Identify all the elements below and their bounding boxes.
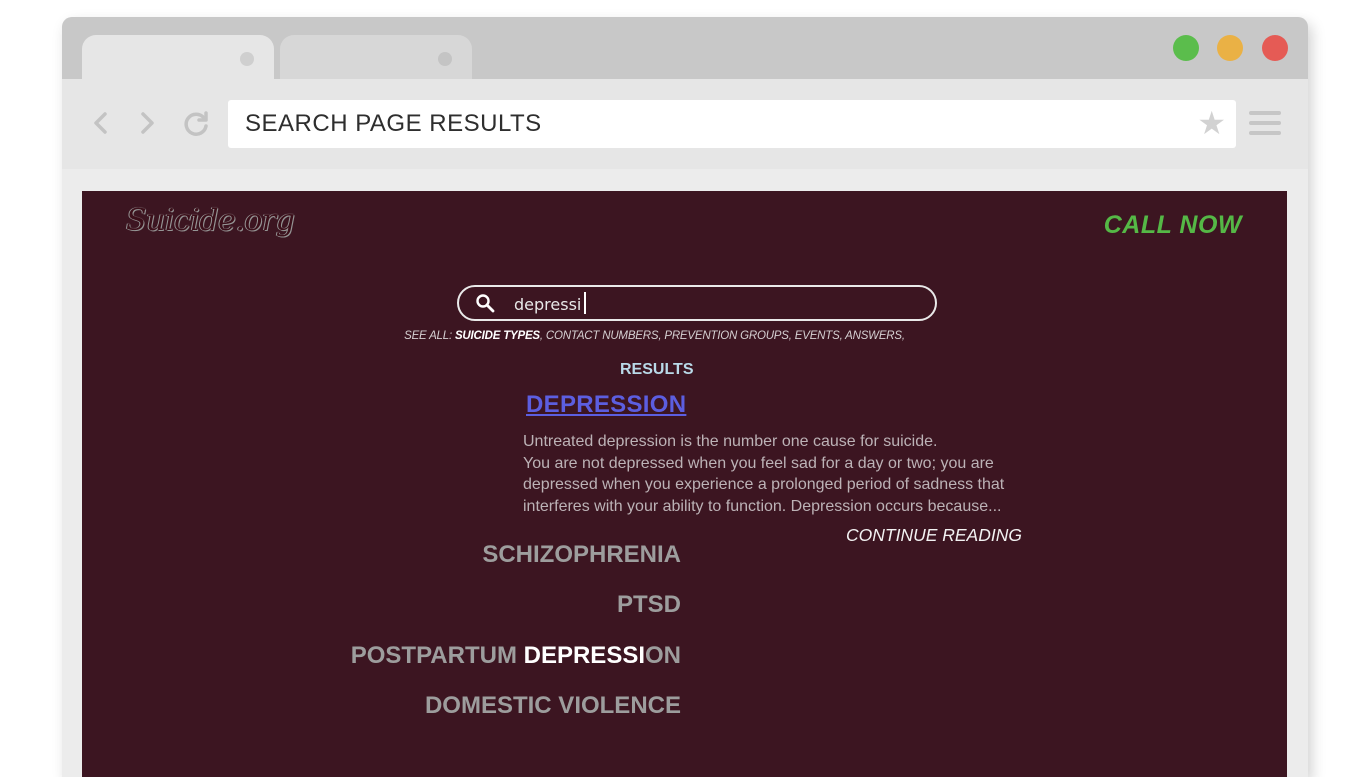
- page-viewport: Suicide.org CALL NOW SEE ALL: SUICIDE TY…: [82, 191, 1287, 777]
- result-link-postpartum-depression[interactable]: POSTPARTUM DEPRESSION: [351, 642, 681, 670]
- result-text: DOMESTIC VIOLENCE: [424, 692, 681, 719]
- tab-close-icon[interactable]: [438, 52, 452, 66]
- excerpt-line: depressed when you experience a prolonge…: [523, 476, 1005, 493]
- tab-close-icon[interactable]: [240, 52, 254, 66]
- forward-arrow-icon[interactable]: [134, 109, 160, 137]
- minimize-button[interactable]: [1217, 35, 1243, 61]
- tab-bar: [62, 17, 1308, 79]
- search-icon: [476, 294, 495, 313]
- address-bar[interactable]: SEARCH PAGE RESULTS ★: [228, 100, 1236, 148]
- bookmark-star-icon[interactable]: ★: [1197, 106, 1226, 140]
- site-logo[interactable]: Suicide.org: [126, 203, 295, 238]
- result-text: ON: [645, 642, 681, 669]
- text-caret: [584, 292, 586, 314]
- result-text: SCHIZOPHRENIA: [482, 541, 681, 568]
- see-all-link-answers[interactable]: ANSWERS: [845, 330, 902, 342]
- reload-icon[interactable]: [182, 109, 208, 137]
- result-link-depression[interactable]: DEPRESSION: [526, 391, 686, 419]
- tab-active[interactable]: [82, 35, 274, 79]
- see-all-link-prevention-groups[interactable]: PREVENTION GROUPS: [664, 330, 789, 342]
- search-input[interactable]: [514, 293, 904, 315]
- browser-toolbar: SEARCH PAGE RESULTS ★: [62, 79, 1308, 169]
- see-all-link-suicide-types[interactable]: SUICIDE TYPES: [455, 330, 540, 342]
- results-heading: RESULTS: [620, 361, 694, 378]
- browser-window: SEARCH PAGE RESULTS ★ Suicide.org CALL N…: [62, 17, 1308, 777]
- excerpt-line: You are not depressed when you feel sad …: [523, 454, 994, 472]
- see-all-link-contact-numbers[interactable]: CONTACT NUMBERS: [546, 330, 659, 342]
- hamburger-menu-icon[interactable]: [1249, 111, 1281, 137]
- see-all-link-events[interactable]: EVENTS: [795, 330, 840, 342]
- result-text: PTSD: [616, 591, 681, 618]
- result-link-ptsd[interactable]: PTSD: [617, 591, 681, 619]
- continue-reading-link[interactable]: CONTINUE READING: [846, 525, 1022, 546]
- result-text: POSTPARTUM: [350, 642, 524, 669]
- result-link-domestic-violence[interactable]: DOMESTIC VIOLENCE: [425, 692, 681, 720]
- close-window-button[interactable]: [1262, 35, 1288, 61]
- call-now-button[interactable]: CALL NOW: [1104, 211, 1242, 240]
- result-link-schizophrenia[interactable]: SCHIZOPHRENIA: [482, 541, 681, 569]
- see-all-prefix: SEE ALL:: [404, 330, 455, 342]
- result-excerpt: Untreated depression is the number one c…: [523, 431, 1043, 517]
- back-arrow-icon[interactable]: [88, 109, 114, 137]
- search-box[interactable]: [457, 285, 937, 321]
- maximize-button[interactable]: [1173, 35, 1199, 61]
- excerpt-line: interferes with your ability to function…: [523, 497, 1002, 515]
- tab-inactive[interactable]: [280, 35, 472, 79]
- excerpt-line: Untreated depression is the number one c…: [523, 433, 938, 450]
- address-text[interactable]: SEARCH PAGE RESULTS: [245, 110, 542, 138]
- result-text-highlight: DEPRESSI: [523, 642, 645, 669]
- see-all-links: SEE ALL: SUICIDE TYPES, CONTACT NUMBERS,…: [404, 330, 905, 342]
